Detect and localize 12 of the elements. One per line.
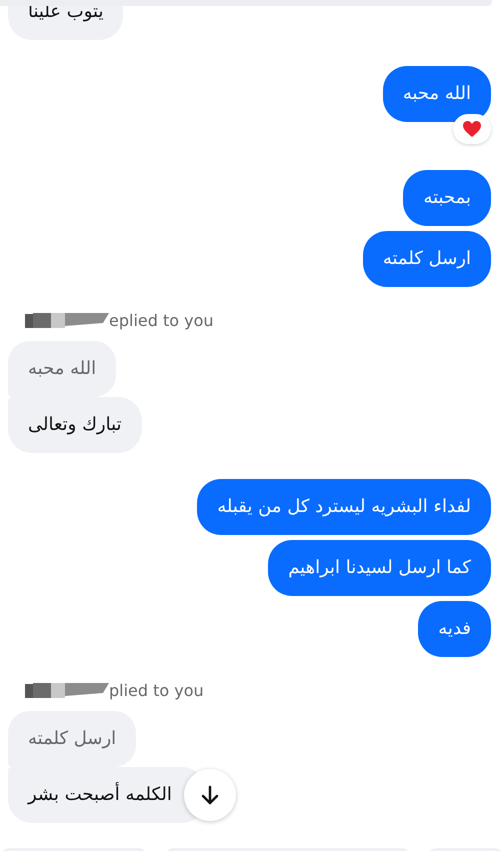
- quoted-message: الله محبه: [8, 341, 116, 397]
- reply-label: plied to you: [109, 681, 204, 701]
- message-bubble: ارسل كلمته: [362, 231, 491, 287]
- message-bubble: فديه: [418, 601, 491, 657]
- scroll-down-button[interactable]: [184, 769, 236, 821]
- message-bubble: لفداء البشريه ليسترد كل من يقبله: [197, 479, 491, 535]
- message-bubble: الله محبه: [382, 66, 491, 122]
- message-bubble: كما ارسل لسيدنا ابراهيم: [268, 540, 491, 596]
- reply-label: eplied to you: [109, 311, 214, 331]
- message-bubble: تبارك وتعالى: [8, 397, 142, 453]
- quoted-message: ارسل كلمته: [8, 711, 136, 767]
- message-bubble: بمحبته: [403, 170, 491, 226]
